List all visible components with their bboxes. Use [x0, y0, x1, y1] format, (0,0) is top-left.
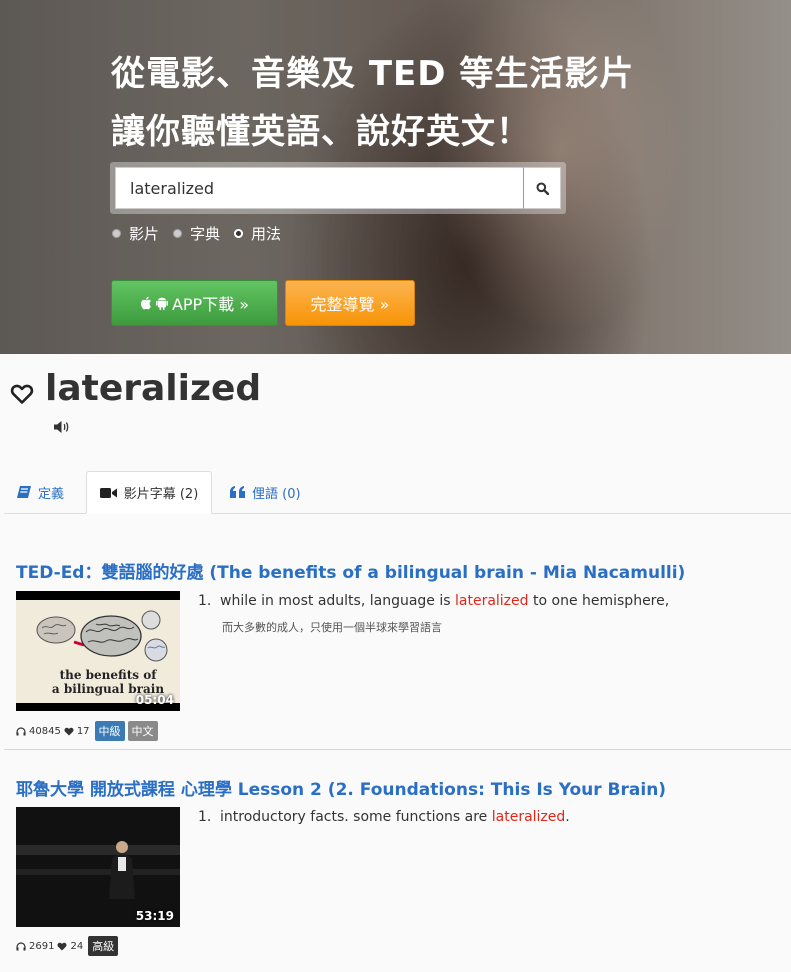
like-count: 17	[76, 725, 90, 737]
quote-icon	[230, 486, 245, 498]
radio-usage[interactable]: 用法	[234, 223, 281, 244]
level-badge: 高級	[88, 936, 119, 956]
video-camera-icon	[99, 487, 117, 498]
word-title: lateralized	[45, 368, 262, 409]
full-guide-button[interactable]: 完整導覽 »	[285, 280, 415, 326]
speaker-icon[interactable]	[53, 419, 71, 435]
video-duration: 53:19	[135, 909, 174, 923]
sentence-translation: 而大多數的成人，只使用一個半球來學習語言	[222, 621, 442, 634]
tab-definition[interactable]: 定義	[16, 471, 64, 513]
heart-outline-icon[interactable]	[10, 383, 34, 405]
hero-title: 從電影、音樂及 TED 等生活影片 讓你聽懂英語、說好英文！	[111, 45, 634, 161]
headphones-icon	[16, 941, 26, 950]
search-mode-group: 影片 字典 用法	[112, 223, 281, 244]
radio-label: 用法	[251, 225, 282, 243]
radio-dot	[173, 229, 183, 238]
book-icon	[17, 486, 31, 498]
video-thumbnail[interactable]: 53:19	[16, 807, 180, 927]
heart-icon	[64, 727, 74, 735]
listen-count: 40845	[29, 725, 61, 737]
search-button[interactable]	[523, 167, 561, 209]
sentence-text: to one hemisphere,	[528, 593, 670, 609]
android-icon	[155, 297, 168, 310]
hero-banner: 從電影、音樂及 TED 等生活影片 讓你聽懂英語、說好英文！ 影片 字典 用法	[0, 0, 791, 354]
radio-dot-checked	[234, 229, 244, 238]
level-badge: 中級	[94, 721, 125, 741]
example-sentence[interactable]: 1. while in most adults, language is late…	[198, 593, 669, 609]
thumbnail-image: the benefits of a bilingual brain	[16, 600, 180, 703]
highlighted-word: lateralized	[455, 593, 529, 609]
heart-icon	[57, 942, 67, 950]
sentence-number: 1.	[198, 593, 212, 609]
app-download-button[interactable]: APP下載 »	[111, 280, 278, 326]
tab-label: 影片字幕 (2)	[123, 487, 199, 502]
result-title[interactable]: 耶魯大學 開放式課程 心理學 Lesson 2 (2. Foundations:…	[16, 775, 666, 800]
video-duration: 05:04	[135, 693, 174, 707]
radio-dictionary[interactable]: 字典	[173, 223, 220, 244]
sentence-number: 1.	[198, 809, 212, 825]
radio-label: 影片	[129, 225, 160, 243]
result-title[interactable]: TED-Ed：雙語腦的好處 (The benefits of a bilingu…	[16, 558, 685, 583]
app-download-label: APP下載 »	[171, 295, 250, 314]
tab-video-subtitles[interactable]: 影片字幕 (2)	[86, 471, 212, 514]
sentence-text: introductory facts. some functions are	[220, 809, 492, 825]
search-box	[110, 162, 566, 214]
sentence-text: .	[565, 809, 570, 825]
listen-count: 2691	[29, 940, 55, 952]
apple-icon	[140, 296, 151, 310]
sentence-text: while in most adults, language is	[220, 593, 455, 609]
radio-label: 字典	[190, 225, 221, 243]
hero-title-line2: 讓你聽懂英語、說好英文！	[111, 112, 531, 152]
video-meta: 40845 17 中級 中文	[16, 721, 158, 741]
tab-slang[interactable]: 俚語 (0)	[230, 471, 301, 513]
tab-label: 俚語 (0)	[252, 486, 301, 502]
tab-label: 定義	[38, 486, 65, 502]
radio-dot	[112, 229, 121, 238]
video-meta: 2691 24 高級	[16, 936, 119, 956]
video-thumbnail[interactable]: the benefits of a bilingual brain 05:04	[16, 591, 180, 711]
like-count: 24	[70, 940, 84, 952]
headphones-icon	[16, 726, 26, 735]
hero-title-line1: 從電影、音樂及 TED 等生活影片	[111, 54, 635, 94]
example-sentence[interactable]: 1. introductory facts. some functions are…	[198, 809, 570, 825]
result-divider	[4, 749, 791, 750]
language-badge: 中文	[127, 721, 158, 741]
thumbnail-caption: the benefits of	[59, 668, 157, 682]
full-guide-label: 完整導覽 »	[310, 295, 390, 314]
tab-bar: 定義 影片字幕 (2) 俚語 (0)	[4, 471, 791, 514]
radio-video[interactable]: 影片	[112, 223, 159, 244]
search-input[interactable]	[115, 167, 523, 209]
search-icon	[536, 182, 549, 195]
highlighted-word: lateralized	[491, 809, 566, 825]
